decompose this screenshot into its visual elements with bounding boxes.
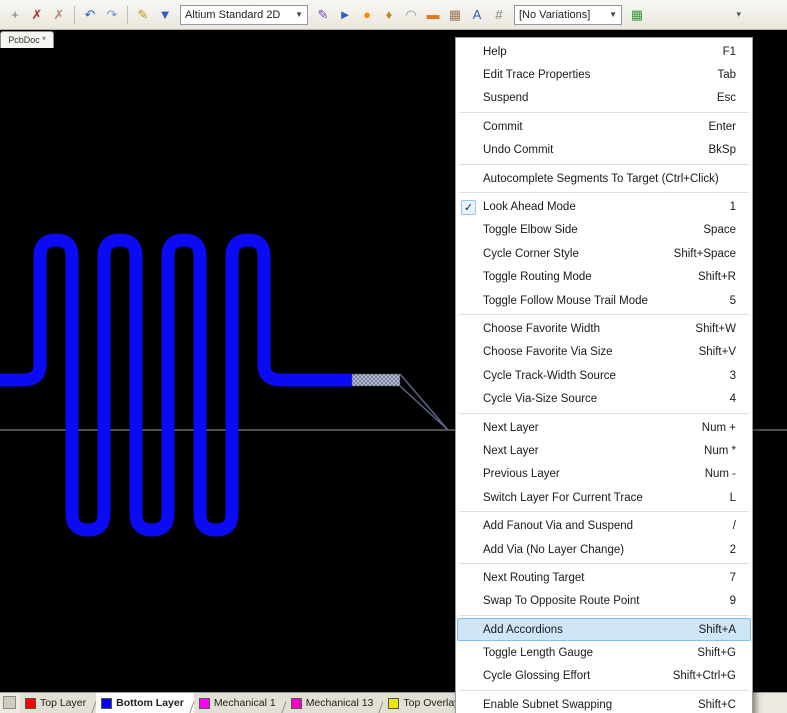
filter-icon[interactable]: ▼ xyxy=(155,5,175,25)
lookahead-preview-lines xyxy=(400,374,448,430)
menu-item-add-accordions[interactable]: ✓ Add Accordions Shift+A xyxy=(457,618,751,641)
arc-tool-icon[interactable]: ◠ xyxy=(401,5,421,25)
string-tool-icon[interactable]: A xyxy=(467,5,487,25)
menu-separator xyxy=(459,690,749,691)
routing-context-menu: ✓ Help F1 ✓ Edit Trace Properties Tab ✓ … xyxy=(455,37,753,713)
pad-tool-icon[interactable]: ▦ xyxy=(445,5,465,25)
menu-item-switch-layer-for-current-trace[interactable]: ✓ Switch Layer For Current Trace L xyxy=(457,486,751,509)
document-tab-pcbdoc[interactable]: PcbDoc * xyxy=(0,31,54,48)
menu-item-next-layer[interactable]: ✓ Next Layer Num + xyxy=(457,416,751,439)
clear-filter-icon[interactable]: ✗ xyxy=(49,5,69,25)
variations-combo[interactable]: [No Variations] ▼ xyxy=(514,5,622,25)
view-style-combo[interactable]: Altium Standard 2D ▼ xyxy=(180,5,308,25)
menu-item-swap-to-opposite-route-point[interactable]: ✓ Swap To Opposite Route Point 9 xyxy=(457,590,751,613)
menu-separator xyxy=(459,314,749,315)
route-arrow-icon[interactable]: ► xyxy=(335,5,355,25)
highlight-dot-icon[interactable]: ● xyxy=(357,5,377,25)
menu-item-cycle-corner-style[interactable]: ✓ Cycle Corner Style Shift+Space xyxy=(457,242,751,265)
menu-item-toggle-routing-mode[interactable]: ✓ Toggle Routing Mode Shift+R xyxy=(457,266,751,289)
menu-item-add-via-no-layer-change[interactable]: ✓ Add Via (No Layer Change) 2 xyxy=(457,538,751,561)
toolbar-group-mid: ✎ ► ● ♦ ◠ ▬ ▦ A # xyxy=(312,5,510,25)
toolbar-separator xyxy=(127,6,128,24)
menu-item-toggle-follow-mouse-trail-mode[interactable]: ✓ Toggle Follow Mouse Trail Mode 5 xyxy=(457,289,751,312)
menu-item-previous-layer[interactable]: ✓ Previous Layer Num - xyxy=(457,463,751,486)
pending-track-segment xyxy=(352,374,400,386)
menu-item-enable-subnet-swapping[interactable]: ✓ Enable Subnet Swapping Shift+C xyxy=(457,693,751,713)
menu-item-toggle-elbow-side[interactable]: ✓ Toggle Elbow Side Space xyxy=(457,219,751,242)
chevron-down-icon: ▼ xyxy=(287,10,303,19)
menu-separator xyxy=(459,615,749,616)
toolbar-separator xyxy=(74,6,75,24)
menu-item-commit[interactable]: ✓ Commit Enter xyxy=(457,115,751,138)
menu-item-toggle-length-gauge[interactable]: ✓ Toggle Length Gauge Shift+G xyxy=(457,641,751,664)
menu-item-cycle-track-width-source[interactable]: ✓ Cycle Track-Width Source 3 xyxy=(457,364,751,387)
menu-item-choose-favorite-width[interactable]: ✓ Choose Favorite Width Shift+W xyxy=(457,317,751,340)
layer-color-swatch xyxy=(199,698,210,709)
layer-color-swatch xyxy=(291,698,302,709)
layer-color-swatch xyxy=(101,698,112,709)
chevron-down-icon: ▼ xyxy=(601,10,617,19)
layer-tab-mechanical-13[interactable]: Mechanical 13 xyxy=(286,693,384,713)
menu-item-add-fanout-via-and-suspend[interactable]: ✓ Add Fanout Via and Suspend / xyxy=(457,514,751,537)
menu-item-help[interactable]: ✓ Help F1 xyxy=(457,40,751,63)
menu-separator xyxy=(459,511,749,512)
menu-item-choose-favorite-via-size[interactable]: ✓ Choose Favorite Via Size Shift+V xyxy=(457,341,751,364)
document-tab-label: PcbDoc * xyxy=(8,35,46,45)
layer-bar-nav-button[interactable] xyxy=(3,696,16,709)
menu-item-next-routing-target[interactable]: ✓ Next Routing Target 7 xyxy=(457,566,751,589)
fill-tool-icon[interactable]: ▬ xyxy=(423,5,443,25)
interactive-routing-icon[interactable]: ✎ xyxy=(313,5,333,25)
menu-separator xyxy=(459,192,749,193)
layer-tab-mechanical-1[interactable]: Mechanical 1 xyxy=(194,693,286,713)
layer-color-swatch xyxy=(388,698,399,709)
main-toolbar: + ✗ ✗ ↶ ↷ ✎ ▼ Altium Standard 2D ▼ ✎ ► ●… xyxy=(0,0,787,30)
layer-color-swatch xyxy=(25,698,36,709)
toolbar-group-right: ▦ xyxy=(626,5,648,25)
menu-item-autocomplete-segments-to-target-ctrl-click[interactable]: ✓ Autocomplete Segments To Target (Ctrl+… xyxy=(457,167,751,190)
board-icon[interactable]: ▦ xyxy=(627,5,647,25)
toolbar-group-left: + ✗ ✗ ↶ ↷ ✎ ▼ xyxy=(4,5,176,25)
clear-marks-icon[interactable]: ✗ xyxy=(27,5,47,25)
variations-combo-value: [No Variations] xyxy=(519,9,590,21)
menu-separator xyxy=(459,164,749,165)
menu-item-next-layer[interactable]: ✓ Next Layer Num * xyxy=(457,439,751,462)
serpentine-trace xyxy=(0,240,352,530)
checkmark-icon: ✓ xyxy=(461,200,476,215)
menu-item-suspend[interactable]: ✓ Suspend Esc xyxy=(457,87,751,110)
menu-item-look-ahead-mode[interactable]: ✓ Look Ahead Mode 1 xyxy=(457,195,751,218)
layer-tab-bottom-layer[interactable]: Bottom Layer xyxy=(96,693,194,713)
layer-tab-top-layer[interactable]: Top Layer xyxy=(20,693,96,713)
grid-icon[interactable]: # xyxy=(489,5,509,25)
menu-item-edit-trace-properties[interactable]: ✓ Edit Trace Properties Tab xyxy=(457,63,751,86)
undo-icon[interactable]: ↶ xyxy=(80,5,100,25)
menu-item-cycle-via-size-source[interactable]: ✓ Cycle Via-Size Source 4 xyxy=(457,387,751,410)
view-style-combo-value: Altium Standard 2D xyxy=(185,9,280,21)
menu-item-undo-commit[interactable]: ✓ Undo Commit BkSp xyxy=(457,139,751,162)
key-icon[interactable]: ♦ xyxy=(379,5,399,25)
toolbar-overflow-button[interactable]: ▾ xyxy=(736,9,741,20)
crosshair-tool-icon[interactable]: + xyxy=(5,5,25,25)
menu-separator xyxy=(459,413,749,414)
menu-separator xyxy=(459,112,749,113)
context-menu-items: ✓ Help F1 ✓ Edit Trace Properties Tab ✓ … xyxy=(457,40,751,713)
menu-separator xyxy=(459,563,749,564)
pencil-edit-icon[interactable]: ✎ xyxy=(133,5,153,25)
redo-icon[interactable]: ↷ xyxy=(102,5,122,25)
menu-item-cycle-glossing-effort[interactable]: ✓ Cycle Glossing Effort Shift+Ctrl+G xyxy=(457,665,751,688)
